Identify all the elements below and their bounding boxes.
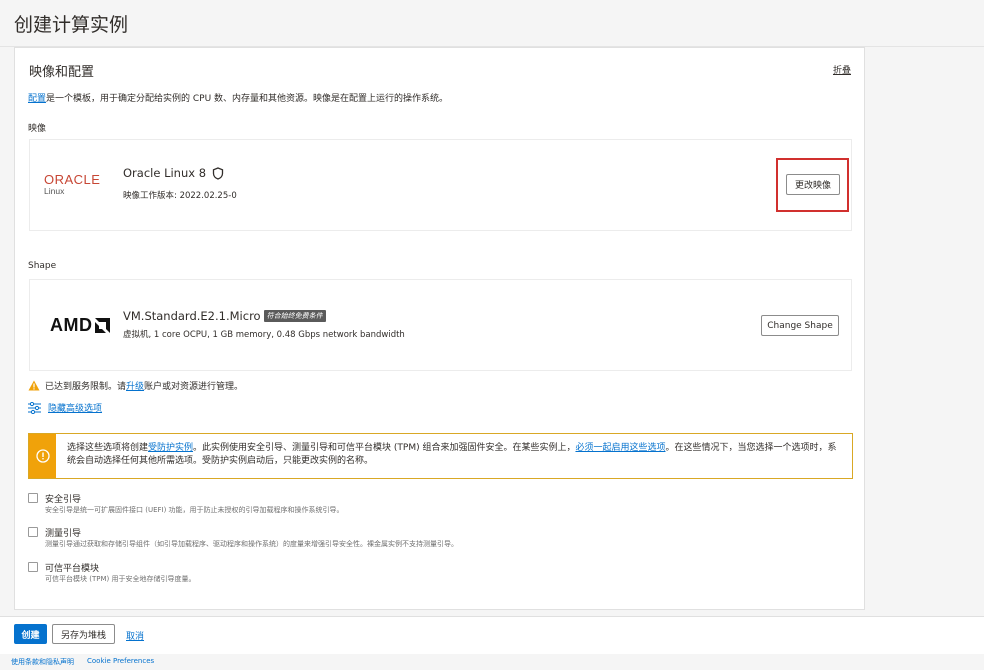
secure-boot-checkbox[interactable] [28, 493, 38, 503]
shape-card: AMD VM.Standard.E2.1.Micro 符合始终免费条件 虚拟机, … [29, 279, 852, 371]
footer-action-bar: 创建 另存为堆栈 取消 [0, 616, 984, 654]
create-button[interactable]: 创建 [14, 624, 47, 644]
shield-icon [212, 166, 224, 180]
oracle-logo-sub: Linux [44, 186, 65, 196]
upgrade-link[interactable]: 升级 [126, 379, 144, 392]
image-card: ORACLE Linux Oracle Linux 8 映像工作版本: 2022… [29, 139, 852, 231]
amd-logo: AMD [50, 315, 110, 336]
oracle-logo-word: ORACLE [44, 172, 101, 187]
service-limit-warning: 已达到服务限制。请 升级 账户或对资源进行管理。 [28, 379, 243, 392]
shape-details: 虚拟机, 1 core OCPU, 1 GB memory, 0.48 Gbps… [123, 330, 405, 340]
amd-logo-word: AMD [50, 315, 93, 335]
option-help: 测量引导通过获取和存储引导组件（如引导加载程序、驱动程序和操作系统）的度量来增强… [45, 540, 458, 548]
cancel-link[interactable]: 取消 [126, 629, 144, 642]
option-label: 测量引导 [45, 529, 82, 539]
always-free-badge: 符合始终免费条件 [263, 310, 326, 322]
amd-arrow-icon [94, 318, 110, 333]
shape-name: VM.Standard.E2.1.Micro [123, 309, 261, 323]
shape-doc-link[interactable]: 配置 [28, 94, 46, 104]
oracle-linux-logo: ORACLE Linux [44, 173, 110, 196]
shape-label: Shape [28, 261, 57, 271]
option-label: 可信平台模块 [45, 564, 100, 574]
limit-warning-prefix: 已达到服务限制。请 [45, 382, 127, 392]
image-name: Oracle Linux 8 [123, 166, 207, 180]
shape-name-row: VM.Standard.E2.1.Micro 符合始终免费条件 [123, 309, 326, 323]
limit-warning-suffix: 账户或对资源进行管理。 [144, 382, 244, 392]
shielded-instance-link[interactable]: 受防护实例 [148, 443, 193, 453]
notice-part2: 。此实例使用安全引导、测量引导和可信平台模块 (TPM) 组合来加强固件安全。在… [193, 443, 576, 453]
cookie-preferences-link[interactable]: Cookie Preferences [87, 657, 154, 667]
bottom-links: 使用条款和隐私声明 Cookie Preferences [11, 657, 154, 667]
change-image-button[interactable]: 更改映像 [786, 174, 840, 195]
description-text: 是一个模板，用于确定分配给实例的 CPU 数、内存量和其他资源。映像是在配置上运… [46, 94, 449, 104]
tpm-checkbox[interactable] [28, 562, 38, 572]
save-as-stack-button[interactable]: 另存为堆栈 [52, 624, 115, 644]
hide-advanced-options-link[interactable]: 隐藏高级选项 [48, 401, 102, 414]
measured-boot-checkbox[interactable] [28, 527, 38, 537]
image-name-row: Oracle Linux 8 [123, 166, 224, 180]
image-build-value: 2022.02.25-0 [179, 191, 237, 201]
option-label: 安全引导 [45, 495, 82, 505]
image-build-prefix: 映像工作版本: [123, 191, 180, 201]
option-help: 可信平台模块 (TPM) 用于安全地存储引导度量。 [45, 575, 196, 583]
sliders-icon [28, 401, 41, 414]
option-help: 安全引导是统一可扩展固件接口 (UEFI) 功能，用于防止未授权的引导加载程序和… [45, 506, 344, 514]
enable-together-link[interactable]: 必须一起启用这些选项 [575, 443, 665, 453]
shielded-instance-notice: 选择这些选项将创建受防护实例。此实例使用安全引导、测量引导和可信平台模块 (TP… [28, 433, 853, 479]
collapse-link[interactable]: 折叠 [833, 63, 851, 76]
image-label: 映像 [28, 124, 47, 134]
notice-text: 选择这些选项将创建受防护实例。此实例使用安全引导、测量引导和可信平台模块 (TP… [67, 442, 845, 468]
terms-privacy-link[interactable]: 使用条款和隐私声明 [11, 657, 74, 667]
image-build: 映像工作版本: 2022.02.25-0 [123, 189, 237, 201]
warning-icon [28, 380, 40, 391]
advanced-options-toggle[interactable]: 隐藏高级选项 [28, 401, 102, 414]
page-title: 创建计算实例 [14, 14, 129, 36]
notice-part1: 选择这些选项将创建 [67, 443, 149, 453]
notice-strip [29, 434, 56, 478]
section-title: 映像和配置 [29, 65, 95, 80]
change-shape-button[interactable]: Change Shape [761, 315, 839, 336]
image-and-shape-panel: 映像和配置 折叠 配置是一个模板，用于确定分配给实例的 CPU 数、内存量和其他… [14, 47, 865, 610]
info-warning-icon [35, 449, 50, 463]
section-description: 配置是一个模板，用于确定分配给实例的 CPU 数、内存量和其他资源。映像是在配置… [28, 91, 448, 104]
